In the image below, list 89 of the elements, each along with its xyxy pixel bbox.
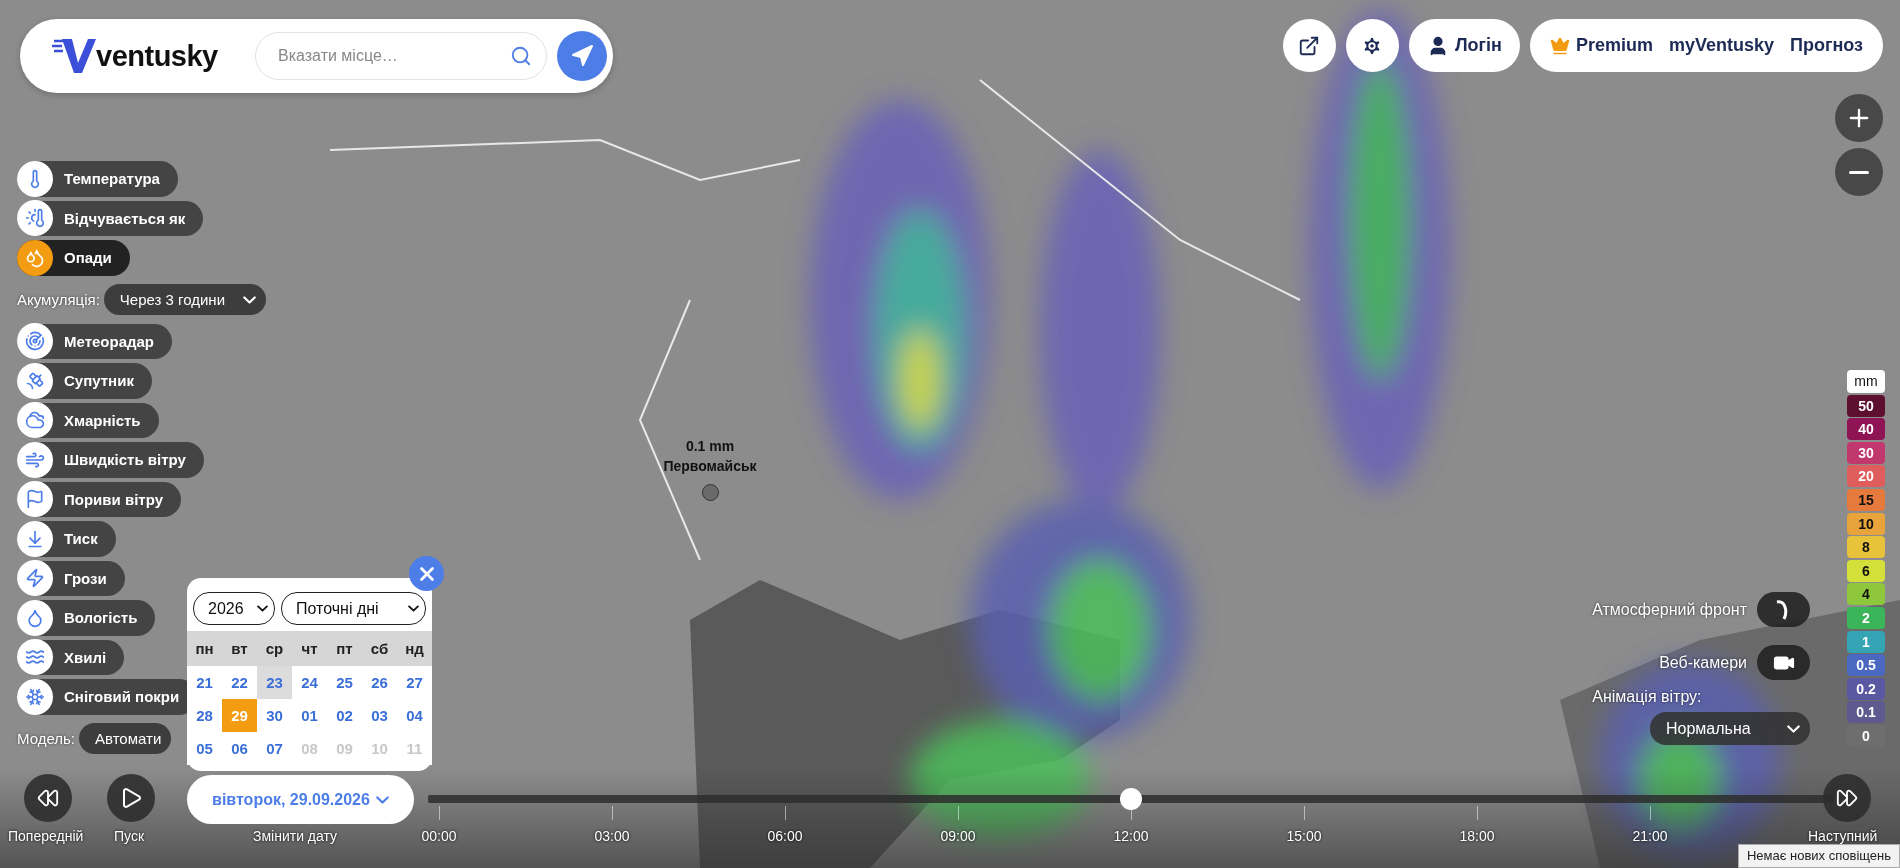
layer-button[interactable]: Метеорадар <box>17 323 173 359</box>
menu-link[interactable]: Прогноз <box>1790 35 1863 56</box>
layer-button[interactable]: Хмарність <box>17 402 159 438</box>
hour-label: 18:00 <box>1459 828 1495 844</box>
legend-step: 8 <box>1847 536 1885 559</box>
layer-button[interactable]: Тиск <box>17 521 116 557</box>
thermometer-icon <box>25 208 45 229</box>
chevron-down-icon <box>243 295 256 304</box>
legend-step: 1 <box>1847 630 1885 653</box>
hour-label: 03:00 <box>594 828 630 844</box>
logo-text[interactable]: ventusky <box>96 39 218 73</box>
precipitation-value: 0.1 mm <box>685 437 735 456</box>
layer-button[interactable]: Температура <box>17 161 178 197</box>
chevron-down-icon <box>257 605 268 612</box>
snowflake-icon <box>25 686 45 707</box>
chevron-down-icon <box>375 795 389 804</box>
next-label: Наступний <box>1808 828 1878 844</box>
search-input[interactable]: Вказати місце… <box>276 46 510 66</box>
legend-step: 10 <box>1847 512 1885 535</box>
legend-step: 0.1 <box>1847 701 1885 724</box>
fast-forward-icon <box>1836 787 1858 809</box>
radar-icon <box>25 331 45 352</box>
hour-label: 15:00 <box>1286 828 1322 844</box>
legend-step: 0.5 <box>1847 654 1885 677</box>
search-icon[interactable] <box>510 45 532 67</box>
weekday-label: вт <box>230 640 249 657</box>
clouds-icon <box>25 410 45 431</box>
hour-label: 09:00 <box>940 828 976 844</box>
layer-button[interactable]: Вологість <box>17 600 156 636</box>
hour-label: 00:00 <box>421 828 457 844</box>
droplets-icon <box>25 247 45 268</box>
menu-link[interactable]: myVentusky <box>1668 35 1774 56</box>
front-label: Атмосферний фронт <box>1592 600 1747 619</box>
wind-animation-label: Анімація вітру: <box>1592 688 1702 706</box>
lightning-icon <box>25 568 45 589</box>
legend-step: 20 <box>1847 465 1885 488</box>
weekday-label: пт <box>335 640 354 657</box>
legend-step: 4 <box>1847 583 1885 606</box>
legend-step: 0 <box>1847 724 1885 747</box>
model-label: Модель: <box>17 730 75 747</box>
weekday-label: сб <box>369 640 390 657</box>
change-date-link[interactable]: Змінити дату <box>253 828 338 844</box>
previous-label: Попередній <box>8 828 84 844</box>
legend-step: 40 <box>1847 418 1885 441</box>
layer-button[interactable]: Опади <box>17 240 130 276</box>
play-label: Пуск <box>114 828 145 844</box>
model-select[interactable]: Автомати <box>79 723 172 754</box>
weekday-label: нд <box>404 640 425 657</box>
hour-label: 12:00 <box>1113 828 1149 844</box>
weekday-label: пн <box>194 640 215 657</box>
rewind-icon <box>37 787 59 809</box>
legend-step: 0.2 <box>1847 677 1885 700</box>
notification-tooltip: Немає нових сповіщень <box>1738 844 1900 868</box>
webcams-label: Веб-камери <box>1659 653 1747 672</box>
minus-icon <box>1849 170 1869 174</box>
accumulation-label: Акумуляція: <box>17 291 100 308</box>
weekday-label: ср <box>264 640 285 657</box>
layer-button[interactable]: Хвилі <box>17 639 125 675</box>
place-label: Первомайськ <box>663 457 757 476</box>
legend-unit: mm <box>1847 370 1885 393</box>
year-select[interactable]: 2026 <box>193 592 275 625</box>
navigation-arrow-icon <box>570 44 594 68</box>
layer-button[interactable]: Швидкість вітру <box>17 442 204 478</box>
legend-step: 2 <box>1847 606 1885 629</box>
layer-button[interactable]: Грози <box>17 560 125 596</box>
legend-step: 50 <box>1847 394 1885 417</box>
legend-step: 6 <box>1847 559 1885 582</box>
legend-step: 15 <box>1847 488 1885 511</box>
layer-button[interactable]: Відчувається як <box>17 200 204 236</box>
wind-animation-select[interactable]: Нормальна <box>1650 712 1810 745</box>
hour-label: 21:00 <box>1632 828 1668 844</box>
layer-button[interactable]: Супутник <box>17 363 152 399</box>
locate-button[interactable] <box>557 31 607 81</box>
down-arrow-icon <box>25 528 45 549</box>
crown-icon <box>1549 35 1570 56</box>
external-link-icon <box>1298 34 1321 57</box>
weekday-label: чт <box>300 640 319 657</box>
chevron-down-icon <box>1787 724 1800 733</box>
droplet-icon <box>25 607 45 628</box>
layer-button[interactable]: Пориви вітру <box>17 481 181 517</box>
logo-icon <box>50 37 96 75</box>
accumulation-select[interactable]: Через 3 години <box>103 284 266 315</box>
chevron-down-icon <box>408 605 419 612</box>
legend-step: 30 <box>1847 441 1885 464</box>
satellite-icon <box>25 370 45 391</box>
date-button[interactable]: вівторок, 29.09.2026 <box>187 775 414 824</box>
premium-link[interactable]: Premium <box>1549 35 1653 56</box>
period-select[interactable]: Поточні дні <box>281 592 426 625</box>
hour-label: 06:00 <box>767 828 803 844</box>
